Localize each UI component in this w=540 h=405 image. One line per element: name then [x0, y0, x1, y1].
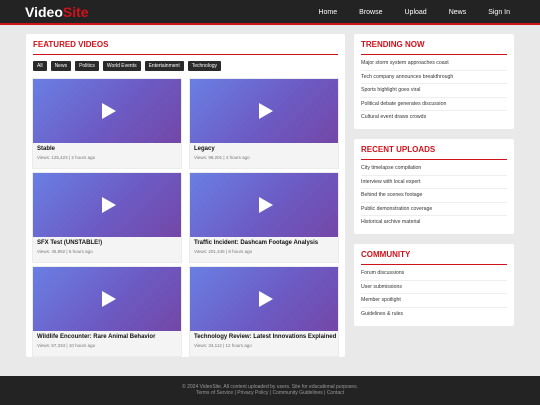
video-title[interactable]: SFX Test (UNSTABLE!) [37, 240, 102, 246]
recent-upload-item[interactable]: Public demonstration coverage [361, 203, 507, 216]
community-list: Forum discussions User submissions Membe… [361, 267, 507, 321]
play-icon [101, 197, 116, 213]
play-icon [258, 103, 273, 119]
video-thumbnail[interactable] [33, 79, 181, 143]
trending-divider [361, 54, 507, 55]
community-title: COMMUNITY [361, 250, 411, 259]
featured-divider [33, 54, 338, 55]
nav-home[interactable]: Home [318, 0, 337, 25]
filter-entertainment[interactable]: Entertainment [144, 61, 184, 71]
video-card[interactable]: Wildlife Encounter: Rare Animal Behavior… [32, 266, 182, 357]
filter-all[interactable]: All [33, 61, 47, 71]
main-nav: Home Browse Upload News Sign In [296, 0, 510, 25]
featured-videos-title: FEATURED VIDEOS [33, 40, 109, 49]
logo-text-site: Site [62, 4, 89, 20]
filter-world-events[interactable]: World Events [102, 61, 141, 71]
logo-text-video: Video [25, 4, 63, 20]
community-item[interactable]: Forum discussions [361, 267, 507, 281]
video-thumbnail[interactable] [190, 267, 338, 331]
recent-upload-item[interactable]: Historical archive material [361, 216, 507, 230]
trending-item[interactable]: Cultural event draws crowds [361, 111, 507, 125]
footer-links[interactable]: Terms of Service | Privacy Policy | Comm… [0, 390, 540, 396]
play-icon [101, 103, 116, 119]
site-logo[interactable]: VideoSite [25, 4, 89, 20]
video-card[interactable]: Traffic Incident: Dashcam Footage Analys… [189, 172, 339, 263]
play-icon [258, 291, 273, 307]
nav-upload[interactable]: Upload [405, 0, 427, 25]
video-title[interactable]: Technology Review: Latest Innovations Ex… [194, 334, 336, 340]
video-meta: Views: 125,423 | 2 hours ago [37, 155, 96, 160]
trending-item[interactable]: Political debate generates discussion [361, 98, 507, 111]
featured-videos-panel: FEATURED VIDEOS All News Politics World … [26, 34, 345, 357]
community-divider [361, 264, 507, 265]
trending-item[interactable]: Tech company announces breakthrough [361, 71, 507, 84]
video-thumbnail[interactable] [190, 79, 338, 143]
recent-divider [361, 159, 507, 160]
video-card[interactable]: Technology Review: Latest Innovations Ex… [189, 266, 339, 357]
play-icon [101, 291, 116, 307]
video-thumbnail[interactable] [33, 267, 181, 331]
video-meta: Views: 67,334 | 10 hours ago [37, 343, 96, 348]
video-title[interactable]: Traffic Incident: Dashcam Footage Analys… [194, 240, 318, 246]
nav-browse[interactable]: Browse [359, 0, 382, 25]
video-title[interactable]: Legacy [194, 146, 215, 152]
recent-upload-item[interactable]: Behind the scenes footage [361, 189, 507, 203]
site-header: VideoSite Home Browse Upload News Sign I… [0, 0, 540, 25]
video-meta: Views: 34,112 | 12 hours ago [194, 343, 252, 348]
recent-upload-item[interactable]: Interview with local expert [361, 176, 507, 189]
filter-news[interactable]: News [50, 61, 72, 71]
recent-uploads-panel: RECENT UPLOADS City timelapse compilatio… [354, 139, 514, 234]
trending-panel: TRENDING NOW Major storm system approach… [354, 34, 514, 129]
nav-news[interactable]: News [449, 0, 467, 25]
recent-uploads-list: City timelapse compilation Interview wit… [361, 162, 507, 230]
community-item[interactable]: User submissions [361, 281, 507, 294]
community-item[interactable]: Member spotlight [361, 294, 507, 308]
recent-upload-item[interactable]: City timelapse compilation [361, 162, 507, 176]
video-meta: Views: 98,201 | 4 hours ago [194, 155, 250, 160]
video-title[interactable]: Wildlife Encounter: Rare Animal Behavior [37, 334, 155, 340]
play-icon [258, 197, 273, 213]
video-card[interactable]: Stable Views: 125,423 | 2 hours ago [32, 78, 182, 169]
filter-technology[interactable]: Technology [187, 61, 222, 71]
video-card[interactable]: SFX Test (UNSTABLE!) Views: 45,892 | 6 h… [32, 172, 182, 263]
video-card[interactable]: Legacy Views: 98,201 | 4 hours ago [189, 78, 339, 169]
video-title[interactable]: Stable [37, 146, 55, 152]
video-thumbnail[interactable] [190, 173, 338, 237]
video-meta: Views: 201,445 | 8 hours ago [194, 249, 253, 254]
category-filters: All News Politics World Events Entertain… [33, 61, 222, 71]
trending-item[interactable]: Major storm system approaches coast [361, 57, 507, 71]
video-meta: Views: 45,892 | 6 hours ago [37, 249, 93, 254]
trending-list: Major storm system approaches coast Tech… [361, 57, 507, 125]
community-item[interactable]: Guidelines & rules [361, 308, 507, 322]
filter-politics[interactable]: Politics [75, 61, 99, 71]
nav-sign-in[interactable]: Sign In [488, 0, 510, 25]
site-footer: © 2024 VideoSite. All content uploaded b… [0, 376, 540, 405]
community-panel: COMMUNITY Forum discussions User submiss… [354, 244, 514, 326]
trending-title: TRENDING NOW [361, 40, 425, 49]
recent-uploads-title: RECENT UPLOADS [361, 145, 436, 154]
video-thumbnail[interactable] [33, 173, 181, 237]
trending-item[interactable]: Sports highlight goes viral [361, 84, 507, 98]
